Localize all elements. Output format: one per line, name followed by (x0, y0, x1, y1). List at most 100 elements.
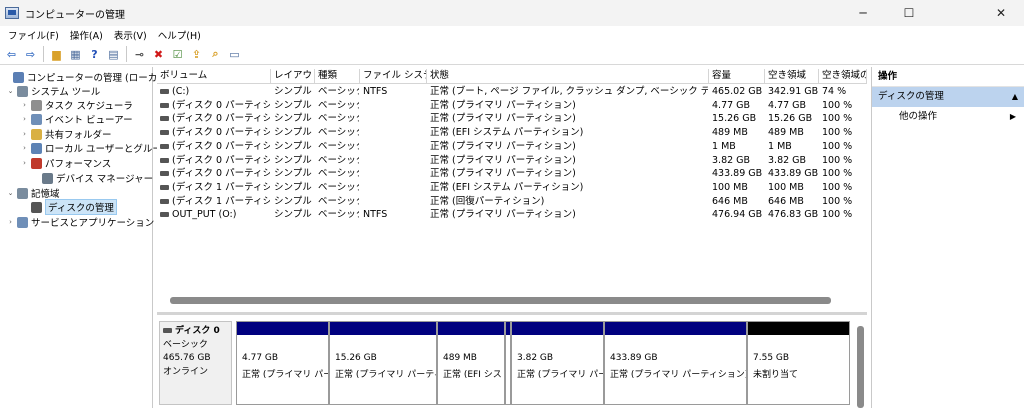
properties-icon[interactable]: ▤ (104, 45, 123, 63)
export-icon[interactable]: ⇪ (187, 45, 206, 63)
table-cell: 476.83 GB (768, 209, 818, 221)
disk-0-name: ディスク 0 (163, 325, 228, 339)
partition-status: 正常 (プライマリ パーティション) (610, 370, 746, 380)
tree-item-label: パフォーマンス (45, 159, 112, 170)
back-arrow-icon[interactable]: ⇦ (2, 45, 21, 63)
partition-size: 489 MB (443, 353, 477, 363)
table-cell: ベーシック (318, 168, 359, 180)
tree-item[interactable]: › イベント ビューアー (20, 112, 133, 126)
table-cell: ベーシック (318, 209, 359, 221)
tree-item[interactable]: コンピューターの管理 (ローカル) (2, 70, 170, 84)
table-cell: (ディスク 0 パーティション 1) (160, 99, 270, 113)
table-cell: (ディスク 0 パーティション 3) (160, 126, 270, 140)
table-row[interactable]: (ディスク 0 パーティション 5) シンプルベーシック 正常 (プライマリ パーテ… (157, 154, 867, 168)
chevron-right-icon[interactable]: › (20, 159, 29, 167)
table-cell: 100 % (822, 127, 853, 139)
table-row[interactable]: (C:) シンプルベーシック NTFS 正常 (ブート, ページ ファイル, クラッシ… (157, 85, 867, 99)
table-cell: シンプル (274, 154, 312, 166)
maximize-button[interactable]: ☐ (886, 0, 932, 26)
menu-view[interactable]: 表示(V) (110, 28, 151, 42)
disk-view-vertical-scrollbar[interactable] (857, 326, 864, 408)
table-cell: 433.89 GB (768, 168, 818, 180)
actions-section-disk-management[interactable]: ディスクの管理 ▲ (872, 87, 1024, 107)
tree-item[interactable]: › 共有フォルダー (20, 127, 112, 141)
partition-status: 正常 (EFI シス (443, 370, 502, 380)
column-header[interactable]: 空き領域の (819, 69, 867, 84)
column-header[interactable]: 空き領域 (765, 69, 819, 84)
chevron-right-icon[interactable]: › (20, 115, 29, 123)
close-button[interactable]: ✕ (978, 0, 1024, 26)
volume-icon (160, 198, 169, 204)
chevron-right-icon[interactable]: › (20, 144, 29, 152)
tree-item-label: 記憶域 (31, 189, 60, 200)
forward-arrow-icon[interactable]: ⇨ (21, 45, 40, 63)
disk-0-info[interactable]: ディスク 0 ベーシック 465.76 GB オンライン (159, 321, 232, 405)
tree-item[interactable]: デバイス マネージャー (31, 171, 153, 185)
table-row[interactable]: OUT_PUT (O:) シンプルベーシック NTFS 正常 (プライマリ パーティシ… (157, 208, 867, 222)
column-header[interactable]: 種類 (315, 69, 360, 84)
disk-partition[interactable]: 4.77 GB 正常 (プライマリ パーテ (236, 321, 329, 405)
table-cell: (C:) (160, 85, 270, 99)
chevron-right-icon[interactable]: › (20, 130, 29, 138)
disk-partition[interactable]: 7.55 GB 未割り当て (747, 321, 850, 405)
table-cell: ベーシック (318, 154, 359, 166)
table-cell: 100 % (822, 140, 853, 152)
tree-item[interactable]: › パフォーマンス (20, 156, 111, 170)
table-row[interactable]: (ディスク 0 パーティション 1) シンプルベーシック 正常 (プライマリ パーテ… (157, 99, 867, 113)
tree-item[interactable]: ディスクの管理 (20, 199, 117, 215)
table-row[interactable]: (ディスク 0 パーティション 3) シンプルベーシック 正常 (EFI システム … (157, 126, 867, 140)
chevron-down-icon[interactable]: ⌄ (6, 189, 15, 197)
help-icon[interactable]: ? (85, 45, 104, 63)
menu-action[interactable]: 操作(A) (66, 28, 107, 42)
menu-help[interactable]: ヘルプ(H) (154, 28, 205, 42)
disk-view-icon[interactable]: ▭ (225, 45, 244, 63)
tree-item[interactable]: ⌄ システム ツール (6, 84, 100, 98)
column-header[interactable]: 状態 (427, 69, 709, 84)
volume-icon (160, 130, 169, 136)
pane-splitter[interactable] (157, 312, 867, 315)
table-cell: ベーシック (318, 127, 359, 139)
tree-item-label: ディスクの管理 (45, 199, 117, 215)
chevron-right-icon[interactable]: › (6, 218, 15, 226)
table-row[interactable]: (ディスク 0 パーティション 4) シンプルベーシック 正常 (プライマリ パーテ… (157, 140, 867, 154)
actions-more-actions[interactable]: 他の操作 ▶ (872, 107, 1024, 127)
table-cell: 100 % (822, 154, 853, 166)
up-folder-icon[interactable]: ▆ (47, 45, 66, 63)
disk-partition[interactable]: 489 MB 正常 (EFI シス (437, 321, 505, 405)
table-cell: 4.77 GB (768, 99, 807, 111)
column-header[interactable]: レイアウト (271, 69, 315, 84)
table-row[interactable]: (ディスク 1 パーティション 4) シンプルベーシック 正常 (回復パーティション… (157, 195, 867, 209)
chevron-right-icon[interactable]: › (20, 101, 29, 109)
table-cell: ベーシック (318, 113, 359, 125)
search-folder-icon[interactable]: ⌕ (206, 45, 225, 63)
table-row[interactable]: (ディスク 1 パーティション 1) シンプルベーシック 正常 (EFI システム … (157, 181, 867, 195)
table-cell: シンプル (274, 209, 312, 221)
table-row[interactable]: (ディスク 0 パーティション 2) シンプルベーシック 正常 (プライマリ パーテ… (157, 112, 867, 126)
delete-icon[interactable]: ✖ (149, 45, 168, 63)
menu-bar: ファイル(F) 操作(A) 表示(V) ヘルプ(H) (0, 26, 1024, 44)
checklist-icon[interactable]: ☑ (168, 45, 187, 63)
disk-partition[interactable]: 15.26 GB 正常 (プライマリ パーティシ (329, 321, 437, 405)
console-tree-icon[interactable]: ▦ (66, 45, 85, 63)
partition-type-bar (237, 322, 328, 335)
disk-partition[interactable]: 433.89 GB 正常 (プライマリ パーティション) (604, 321, 747, 405)
disk-partition[interactable]: 3.82 GB 正常 (プライマリ パーテ (511, 321, 604, 405)
menu-file[interactable]: ファイル(F) (4, 28, 63, 42)
tree-item[interactable]: ⌄ 記憶域 (6, 186, 60, 200)
column-header[interactable]: 容量 (709, 69, 765, 84)
connect-drive-icon[interactable]: ⊸ (130, 45, 149, 63)
table-row[interactable]: (ディスク 0 パーティション 6) シンプルベーシック 正常 (プライマリ パーテ… (157, 167, 867, 181)
volume-list-horizontal-scrollbar[interactable] (170, 297, 831, 304)
tree-item[interactable]: › タスク スケジューラ (20, 98, 133, 112)
column-header[interactable]: ボリューム (157, 69, 271, 84)
volume-icon (160, 89, 169, 94)
column-header[interactable]: ファイル システム (360, 69, 427, 84)
table-cell: (ディスク 0 パーティション 6) (160, 167, 270, 181)
table-cell: (ディスク 0 パーティション 2) (160, 112, 270, 126)
chevron-down-icon[interactable]: ⌄ (6, 87, 15, 95)
partition-size: 7.55 GB (753, 353, 790, 363)
console-tree: コンピューターの管理 (ローカル) ⌄ システム ツール › タスク スケジューラ › イベ… (0, 67, 171, 408)
tree-item[interactable]: › サービスとアプリケーション (6, 215, 154, 229)
tree-item[interactable]: › ローカル ユーザーとグループ (20, 141, 171, 155)
minimize-button[interactable]: ─ (840, 0, 886, 26)
